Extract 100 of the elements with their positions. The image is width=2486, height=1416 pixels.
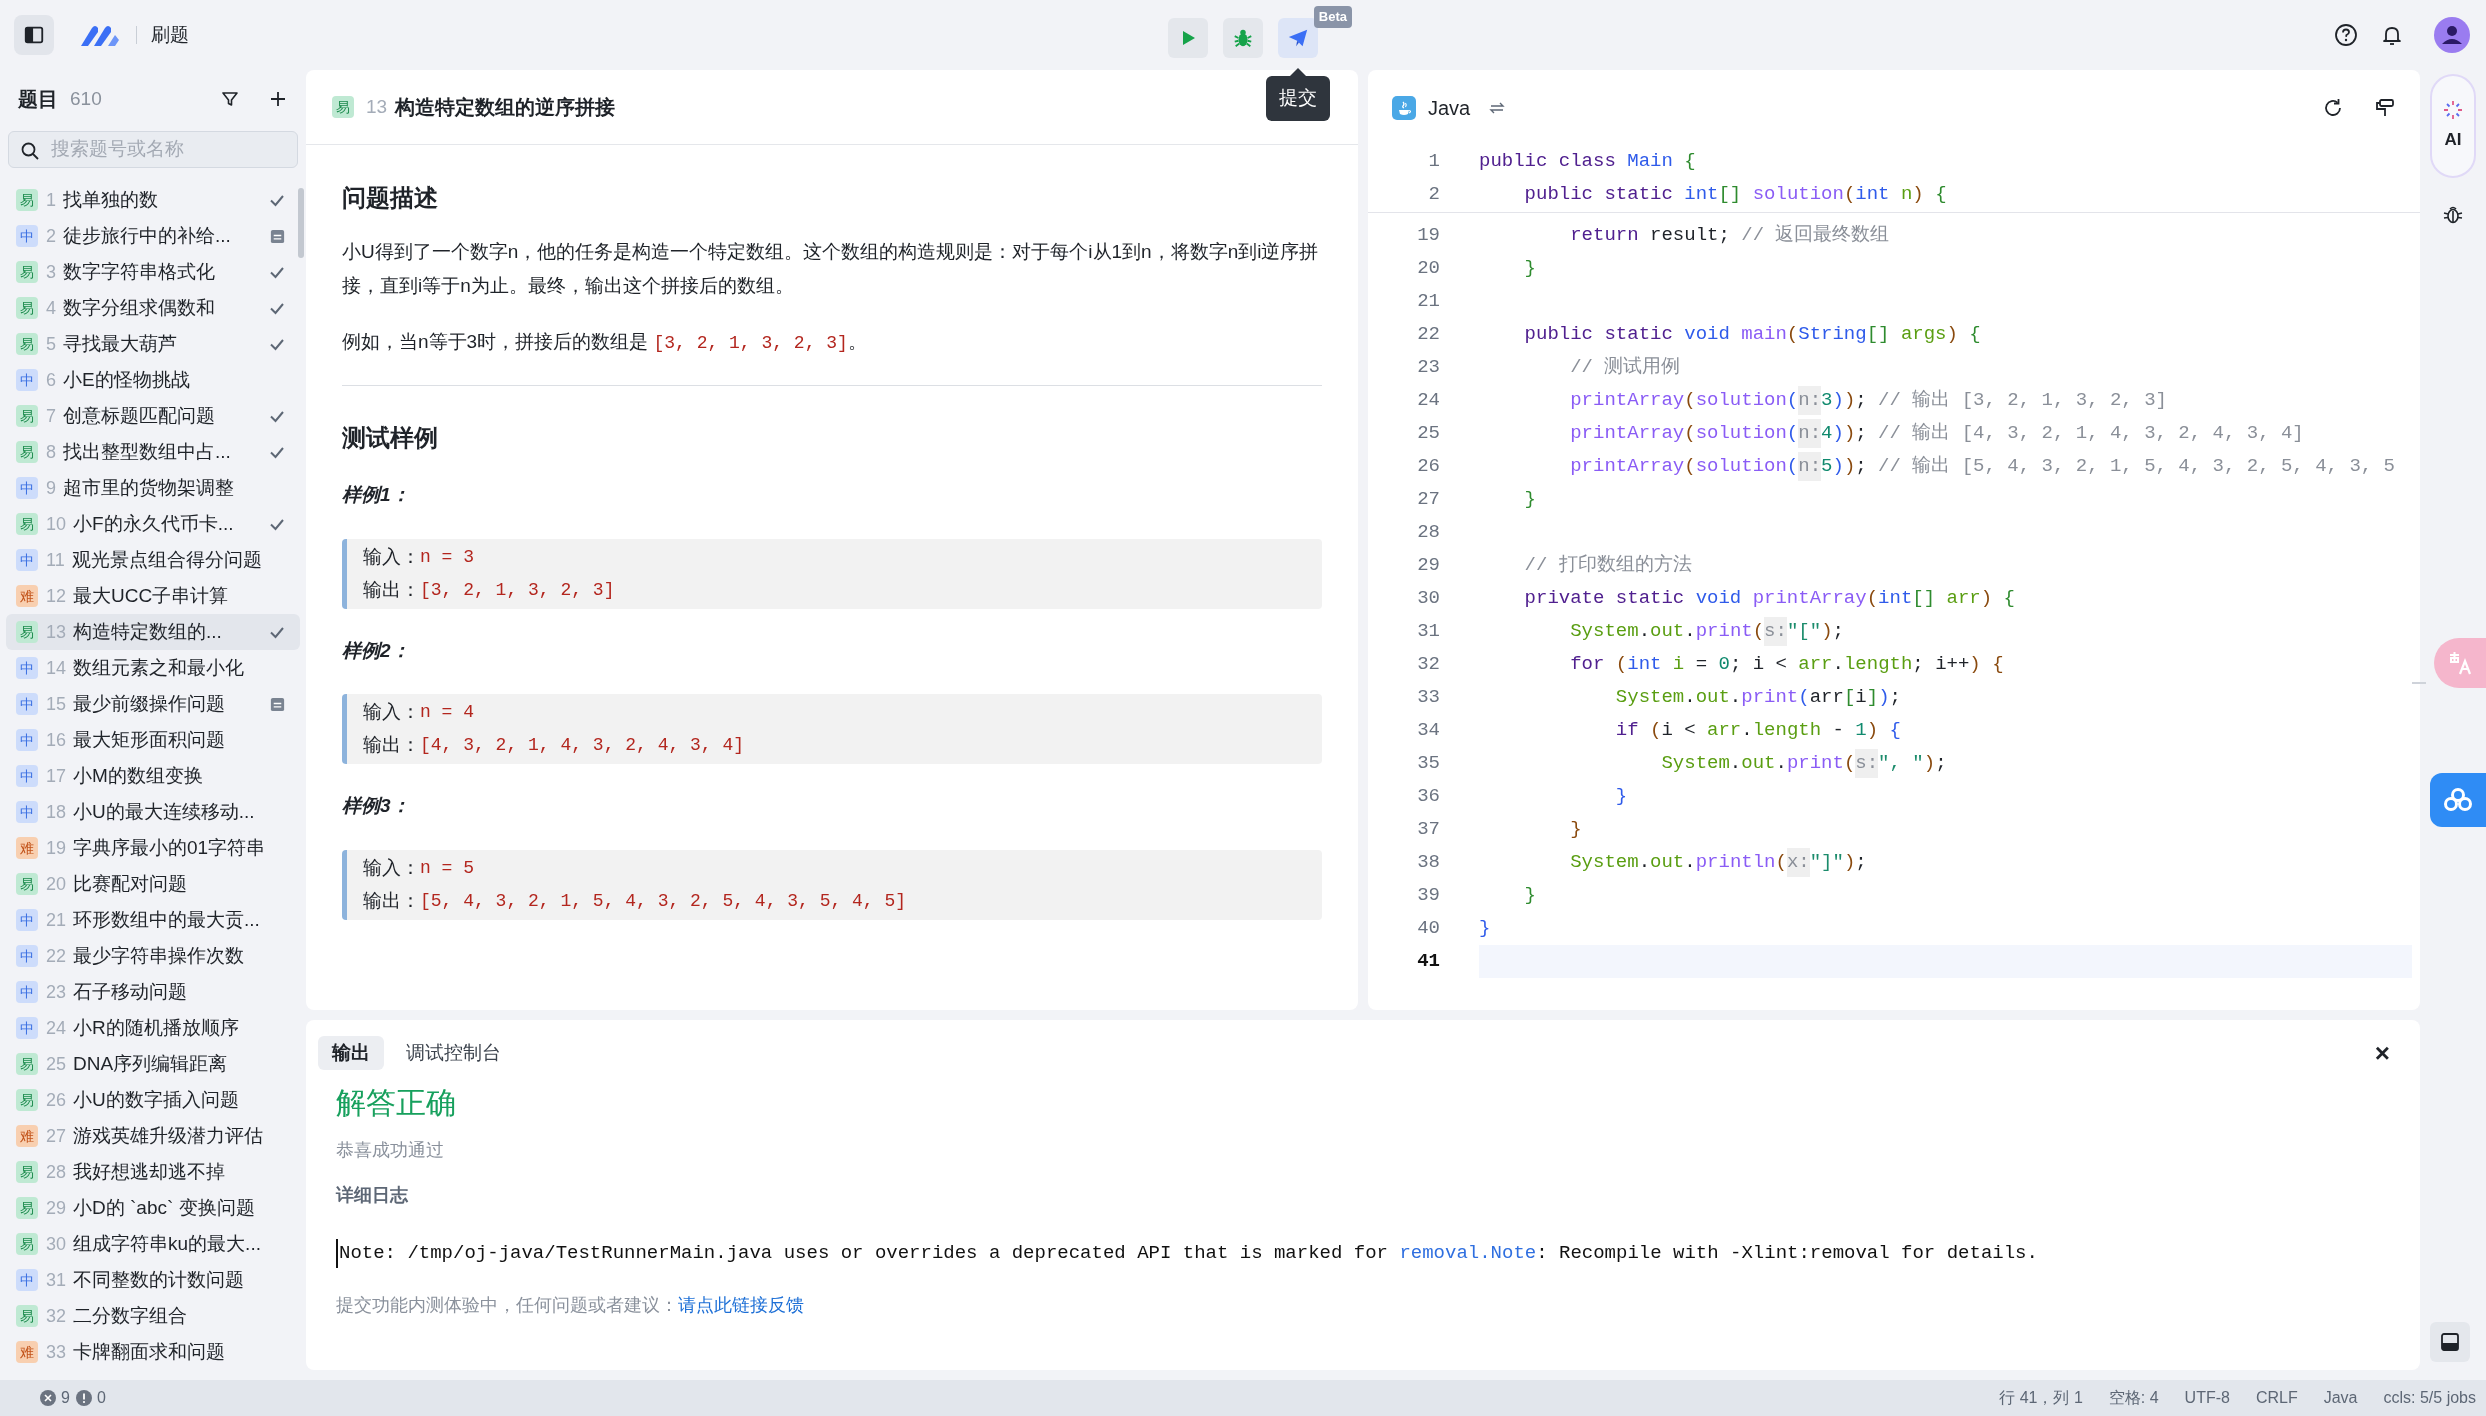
problem-item[interactable]: 中 2 徒步旅行中的补给...: [6, 218, 300, 254]
problem-title: 小M的数组变换: [73, 763, 203, 788]
close-button[interactable]: ×: [2374, 1040, 2390, 1066]
sidebar-toggle-button[interactable]: [14, 15, 54, 55]
problem-item[interactable]: 中 23 石子移动问题: [6, 974, 300, 1010]
problem-number: 26: [46, 1088, 67, 1112]
problem-item[interactable]: 中 14 数组元素之和最小化: [6, 650, 300, 686]
problem-item[interactable]: 易 30 组成字符串ku的最大...: [6, 1226, 300, 1262]
problem-title: 观光景点组合得分问题: [71, 547, 262, 572]
status-item[interactable]: ccls: 5/5 jobs: [2383, 1386, 2476, 1410]
code-line[interactable]: public static int[] solution(int n) {: [1479, 178, 2420, 211]
submit-button[interactable]: [1278, 18, 1318, 58]
status-item[interactable]: CRLF: [2255, 1386, 2298, 1410]
problem-title: 数字字符串格式化: [63, 259, 215, 284]
difficulty-badge: 中: [16, 225, 38, 247]
problem-item[interactable]: 中 24 小R的随机播放顺序: [6, 1010, 300, 1046]
panel-toggle-button[interactable]: [2430, 1322, 2470, 1362]
code-line[interactable]: }: [1479, 483, 2412, 516]
line-number: 22: [1416, 322, 1440, 348]
code-line[interactable]: public class Main {: [1479, 145, 2420, 178]
debug-button[interactable]: [1223, 18, 1263, 58]
code-line[interactable]: }: [1479, 252, 2412, 285]
difficulty-badge: 易: [16, 513, 38, 535]
problem-title: 环形数组中的最大贡...: [73, 907, 260, 932]
problem-item[interactable]: 中 9 超市里的货物架调整: [6, 470, 300, 506]
log-link[interactable]: removal.Note: [1399, 1242, 1537, 1264]
run-button[interactable]: [1168, 18, 1208, 58]
status-item[interactable]: Java: [2323, 1386, 2358, 1410]
problem-item[interactable]: 易 32 二分数字组合: [6, 1298, 300, 1334]
problem-item[interactable]: 中 22 最少字符串操作次数: [6, 938, 300, 974]
problem-item[interactable]: 易 1 找单独的数: [6, 182, 300, 218]
sample-input-label: 输入：: [363, 544, 420, 569]
search-field[interactable]: 搜索题号或名称: [8, 130, 298, 168]
code-line[interactable]: private static void printArray(int[] arr) {: [1479, 582, 2412, 615]
problem-title: 找单独的数: [63, 187, 158, 212]
problem-item[interactable]: 易 25 DNA序列编辑距离: [6, 1046, 300, 1082]
code-line[interactable]: printArray(solution(n:3)); // 输出 [3, 2, 1, 3, 2, 3]: [1479, 384, 2412, 417]
problem-number: 3: [46, 260, 56, 284]
problem-item[interactable]: 难 33 卡牌翻面求和问题: [6, 1334, 300, 1370]
problem-item[interactable]: 易 28 我好想逃却逃不掉: [6, 1154, 300, 1190]
avatar-icon[interactable]: [2434, 17, 2470, 53]
problem-item[interactable]: 难 19 字典序最小的01字符串: [6, 830, 300, 866]
problem-item[interactable]: 易 3 数字字符串格式化: [6, 254, 300, 290]
refresh-icon: [2322, 96, 2344, 119]
code-line[interactable]: }: [1479, 780, 2412, 813]
status-item[interactable]: 行 41，列 1: [1999, 1386, 2083, 1410]
problem-item[interactable]: 中 15 最少前缀操作问题: [6, 686, 300, 722]
help-button[interactable]: [2334, 23, 2358, 47]
format-button[interactable]: [2374, 96, 2396, 119]
line-number: 26: [1416, 454, 1440, 480]
ai-button[interactable]: AI: [2430, 74, 2476, 178]
problem-item[interactable]: 中 31 不同整数的计数问题: [6, 1262, 300, 1298]
code-line[interactable]: System.out.print(s:"[");: [1479, 615, 2412, 648]
status-item[interactable]: UTF-8: [2184, 1386, 2230, 1410]
problem-number: 17: [46, 764, 67, 788]
problem-title: DNA序列编辑距离: [73, 1051, 228, 1076]
code-line[interactable]: System.out.print(s:", ");: [1479, 747, 2412, 780]
code-line[interactable]: }: [1479, 813, 2412, 846]
problem-item[interactable]: 中 11 观光景点组合得分问题: [6, 542, 300, 578]
problem-item[interactable]: 易 8 找出整型数组中占...: [6, 434, 300, 470]
problem-item[interactable]: 难 27 游戏英雄升级潜力评估: [6, 1118, 300, 1154]
difficulty-badge: 易: [16, 1053, 38, 1075]
code-line[interactable]: for (int i = 0; i < arr.length; i++) {: [1479, 648, 2412, 681]
sparkle-icon: [2442, 99, 2464, 122]
output-tab[interactable]: 调试控制台: [392, 1036, 515, 1070]
feedback-link[interactable]: 请点此链接反馈: [678, 1294, 804, 1315]
problem-item[interactable]: 中 18 小U的最大连续移动...: [6, 794, 300, 830]
problem-item[interactable]: 易 13 构造特定数组的...: [6, 614, 300, 650]
problem-item[interactable]: 易 4 数字分组求偶数和: [6, 290, 300, 326]
code-line[interactable]: public static void main(String[] args) {: [1479, 318, 2412, 351]
problem-item[interactable]: 易 26 小U的数字插入问题: [6, 1082, 300, 1118]
problem-item[interactable]: 易 10 小F的永久代币卡...: [6, 506, 300, 542]
problem-item[interactable]: 易 29 小D的 `abc` 变换问题: [6, 1190, 300, 1226]
problem-item[interactable]: 易 5 寻找最大葫芦: [6, 326, 300, 362]
code-line[interactable]: System.out.print(arr[i]);: [1479, 681, 2412, 714]
problem-item[interactable]: 中 21 环形数组中的最大贡...: [6, 902, 300, 938]
code-line[interactable]: return result; // 返回最终数组: [1479, 219, 2412, 252]
code-line[interactable]: printArray(solution(n:5)); // 输出 [5, 4, 3, 2, 1, 5, 4, 3, 2, 5, 4, 3, 5: [1479, 450, 2412, 483]
problem-item[interactable]: 易 7 创意标题匹配问题: [6, 398, 300, 434]
bug-icon: [1232, 27, 1254, 49]
problem-count: 610: [70, 87, 102, 112]
reset-button[interactable]: [2322, 96, 2344, 119]
cloud-button[interactable]: [2430, 773, 2486, 827]
scrollbar-thumb[interactable]: [298, 188, 304, 258]
problem-item[interactable]: 中 6 小E的怪物挑战: [6, 362, 300, 398]
code-line[interactable]: System.out.println(x:"]");: [1479, 846, 2412, 879]
problem-item[interactable]: 易 20 比赛配对问题: [6, 866, 300, 902]
code-line[interactable]: printArray(solution(n:4)); // 输出 [4, 3, 2, 1, 4, 3, 2, 4, 3, 4]: [1479, 417, 2412, 450]
code-line[interactable]: if (i < arr.length - 1) {: [1479, 714, 2412, 747]
problem-title: 寻找最大葫芦: [63, 331, 177, 356]
problem-item[interactable]: 难 12 最大UCC子串计算: [6, 578, 300, 614]
problem-title: 小U的数字插入问题: [73, 1087, 239, 1112]
output-tab[interactable]: 输出: [318, 1036, 384, 1070]
status-item[interactable]: 空格: 4: [2108, 1386, 2159, 1410]
problem-item[interactable]: 中 17 小M的数组变换: [6, 758, 300, 794]
difficulty-badge: 易: [16, 1233, 38, 1255]
code-line[interactable]: }: [1479, 912, 2412, 945]
line-number: 41: [1416, 949, 1440, 975]
code-line[interactable]: }: [1479, 879, 2412, 912]
problem-item[interactable]: 中 16 最大矩形面积问题: [6, 722, 300, 758]
